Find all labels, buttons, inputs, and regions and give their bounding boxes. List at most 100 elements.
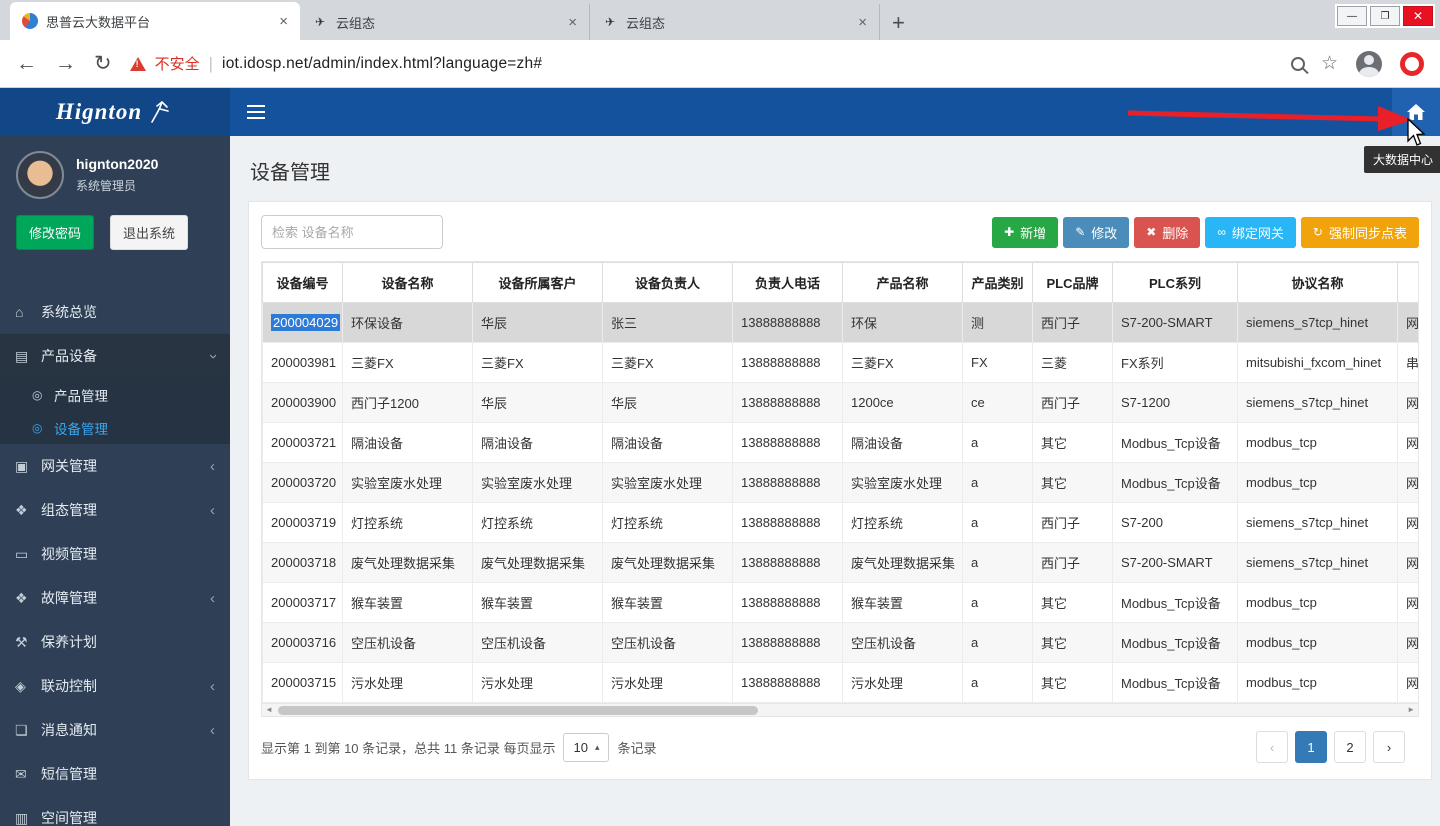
table-cell: 200003716 — [263, 623, 343, 663]
delete-button[interactable]: ✖删除 — [1134, 217, 1200, 248]
column-header[interactable]: 通讯方式 — [1398, 263, 1420, 303]
table-cell: 实验室废水处理 — [603, 463, 733, 503]
add-button[interactable]: ✚新增 — [992, 217, 1058, 248]
forward-icon[interactable]: → — [55, 53, 76, 74]
home-button[interactable] — [1392, 88, 1440, 136]
tab-close-icon[interactable]: × — [279, 13, 288, 30]
table-row[interactable]: 200003718废气处理数据采集废气处理数据采集废气处理数据采集1388888… — [263, 543, 1420, 583]
table-cell: 西门子 — [1033, 303, 1113, 343]
sidebar-item-configuration-management[interactable]: ❖组态管理‹ — [0, 488, 230, 532]
force-sync-button[interactable]: ↻强制同步点表 — [1301, 217, 1419, 248]
edit-button[interactable]: ✎修改 — [1063, 217, 1129, 248]
sidebar-toggle-icon[interactable] — [230, 88, 282, 136]
sidebar-item-space-management[interactable]: ▥空间管理 — [0, 796, 230, 826]
profile-icon[interactable] — [1356, 51, 1382, 77]
table-cell: 空压机设备 — [603, 623, 733, 663]
sidebar-item-video-management[interactable]: ▭视频管理 — [0, 532, 230, 576]
logo: Hignton — [0, 88, 230, 136]
table-cell: 200003717 — [263, 583, 343, 623]
table-cell: 200003715 — [263, 663, 343, 703]
security-warning-label[interactable]: 不安全 — [155, 53, 200, 74]
bind-gateway-button[interactable]: ∞绑定网关 — [1205, 217, 1296, 248]
table-cell: 其它 — [1033, 463, 1113, 503]
table-hscrollbar[interactable]: ◄ ► — [261, 703, 1419, 717]
pager-page-2[interactable]: 2 — [1334, 731, 1366, 763]
column-header[interactable]: 设备编号 — [263, 263, 343, 303]
table-cell: 灯控系统 — [843, 503, 963, 543]
sidebar-item-linkage-control[interactable]: ◈联动控制‹ — [0, 664, 230, 708]
column-header[interactable]: PLC品牌 — [1033, 263, 1113, 303]
pager-prev[interactable]: ‹ — [1256, 731, 1288, 763]
table-cell: 三菱FX — [843, 343, 963, 383]
table-cell: 华辰 — [603, 383, 733, 423]
scrollbar-thumb[interactable] — [278, 706, 758, 715]
restore-button[interactable]: ❐ — [1370, 6, 1400, 26]
pager-page-1[interactable]: 1 — [1295, 731, 1327, 763]
browser-logo-icon[interactable] — [1400, 52, 1424, 76]
browser-address-bar: ← → ↻ 不安全 | iot.idosp.net/admin/index.ht… — [0, 40, 1440, 88]
new-tab-button[interactable]: + — [892, 12, 905, 34]
column-header[interactable]: 产品类别 — [963, 263, 1033, 303]
tab-close-icon[interactable]: × — [858, 14, 867, 31]
zoom-icon[interactable] — [1291, 57, 1305, 71]
table-row[interactable]: 200003717猴车装置猴车装置猴车装置13888888888猴车装置a其它M… — [263, 583, 1420, 623]
url-text[interactable]: iot.idosp.net/admin/index.html?language=… — [222, 55, 542, 73]
column-header[interactable]: 负责人电话 — [733, 263, 843, 303]
reload-icon[interactable]: ↻ — [94, 53, 112, 74]
table-row[interactable]: 200004029环保设备华辰张三13888888888环保测西门子S7-200… — [263, 303, 1420, 343]
column-header[interactable]: PLC系列 — [1113, 263, 1238, 303]
pager-next[interactable]: › — [1373, 731, 1405, 763]
sidebar-item-product-device[interactable]: ▤产品设备‹ — [0, 334, 230, 378]
sidebar-item-sms-management[interactable]: ✉短信管理 — [0, 752, 230, 796]
table-cell: a — [963, 663, 1033, 703]
close-button[interactable]: ✕ — [1403, 6, 1433, 26]
browser-tab-3[interactable]: ✈云组态× — [590, 4, 880, 40]
table-row[interactable]: 200003720实验室废水处理实验室废水处理实验室废水处理1388888888… — [263, 463, 1420, 503]
column-header[interactable]: 设备名称 — [343, 263, 473, 303]
table-cell: Modbus_Tcp设备 — [1113, 583, 1238, 623]
scroll-right-icon[interactable]: ► — [1407, 706, 1415, 714]
change-password-button[interactable]: 修改密码 — [16, 215, 94, 250]
sidebar-item-product-management[interactable]: ◎产品管理 — [0, 378, 230, 411]
page-size-select[interactable]: 10 ▴ — [563, 733, 609, 762]
bookmark-star-icon[interactable]: ☆ — [1321, 52, 1338, 75]
sidebar-item-maintenance-plan[interactable]: ⚒保养计划 — [0, 620, 230, 664]
back-icon[interactable]: ← — [16, 53, 37, 74]
table-row[interactable]: 200003715污水处理污水处理污水处理13888888888污水处理a其它M… — [263, 663, 1420, 703]
table-row[interactable]: 200003900西门子1200华辰华辰138888888881200cece西… — [263, 383, 1420, 423]
rocket-favicon: ✈ — [602, 14, 618, 30]
sidebar-item-fault-management[interactable]: ❖故障管理‹ — [0, 576, 230, 620]
table-cell: 废气处理数据采集 — [843, 543, 963, 583]
sidebar-item-device-management[interactable]: ◎设备管理 — [0, 411, 230, 444]
table-cell: 网口 — [1398, 303, 1420, 343]
table-cell: modbus_tcp — [1238, 583, 1398, 623]
browser-tab-1[interactable]: 思普云大数据平台× — [10, 2, 300, 40]
table-row[interactable]: 200003719灯控系统灯控系统灯控系统13888888888灯控系统a西门子… — [263, 503, 1420, 543]
column-header[interactable]: 设备所属客户 — [473, 263, 603, 303]
search-input[interactable] — [261, 215, 443, 249]
table-row[interactable]: 200003716空压机设备空压机设备空压机设备13888888888空压机设备… — [263, 623, 1420, 663]
column-header[interactable]: 设备负责人 — [603, 263, 733, 303]
username: hignton2020 — [76, 156, 158, 172]
minimize-button[interactable]: — — [1337, 6, 1367, 26]
column-header[interactable]: 协议名称 — [1238, 263, 1398, 303]
table-cell: FX — [963, 343, 1033, 383]
sidebar-item-system-overview[interactable]: ⌂系统总览 — [0, 290, 230, 334]
chevron-left-icon: ‹ — [210, 502, 215, 519]
sidebar-item-gateway-management[interactable]: ▣网关管理‹ — [0, 444, 230, 488]
table-cell: 13888888888 — [733, 383, 843, 423]
browser-tab-2[interactable]: ✈云组态× — [300, 4, 590, 40]
table-row[interactable]: 200003721隔油设备隔油设备隔油设备13888888888隔油设备a其它M… — [263, 423, 1420, 463]
sidebar-item-label: 空间管理 — [41, 808, 97, 826]
sidebar-item-message-notification[interactable]: ❏消息通知‹ — [0, 708, 230, 752]
column-header[interactable]: 产品名称 — [843, 263, 963, 303]
logout-button[interactable]: 退出系统 — [110, 215, 188, 250]
table-row[interactable]: 200003981三菱FX三菱FX三菱FX13888888888三菱FXFX三菱… — [263, 343, 1420, 383]
scroll-left-icon[interactable]: ◄ — [265, 706, 273, 714]
url-field[interactable]: 不安全 | iot.idosp.net/admin/index.html?lan… — [130, 47, 1338, 81]
tab-close-icon[interactable]: × — [568, 14, 577, 31]
table-cell: 200003719 — [263, 503, 343, 543]
gears-icon: ❖ — [15, 590, 41, 607]
logo-text: Hignton — [56, 99, 142, 125]
table-cell: 猴车装置 — [603, 583, 733, 623]
